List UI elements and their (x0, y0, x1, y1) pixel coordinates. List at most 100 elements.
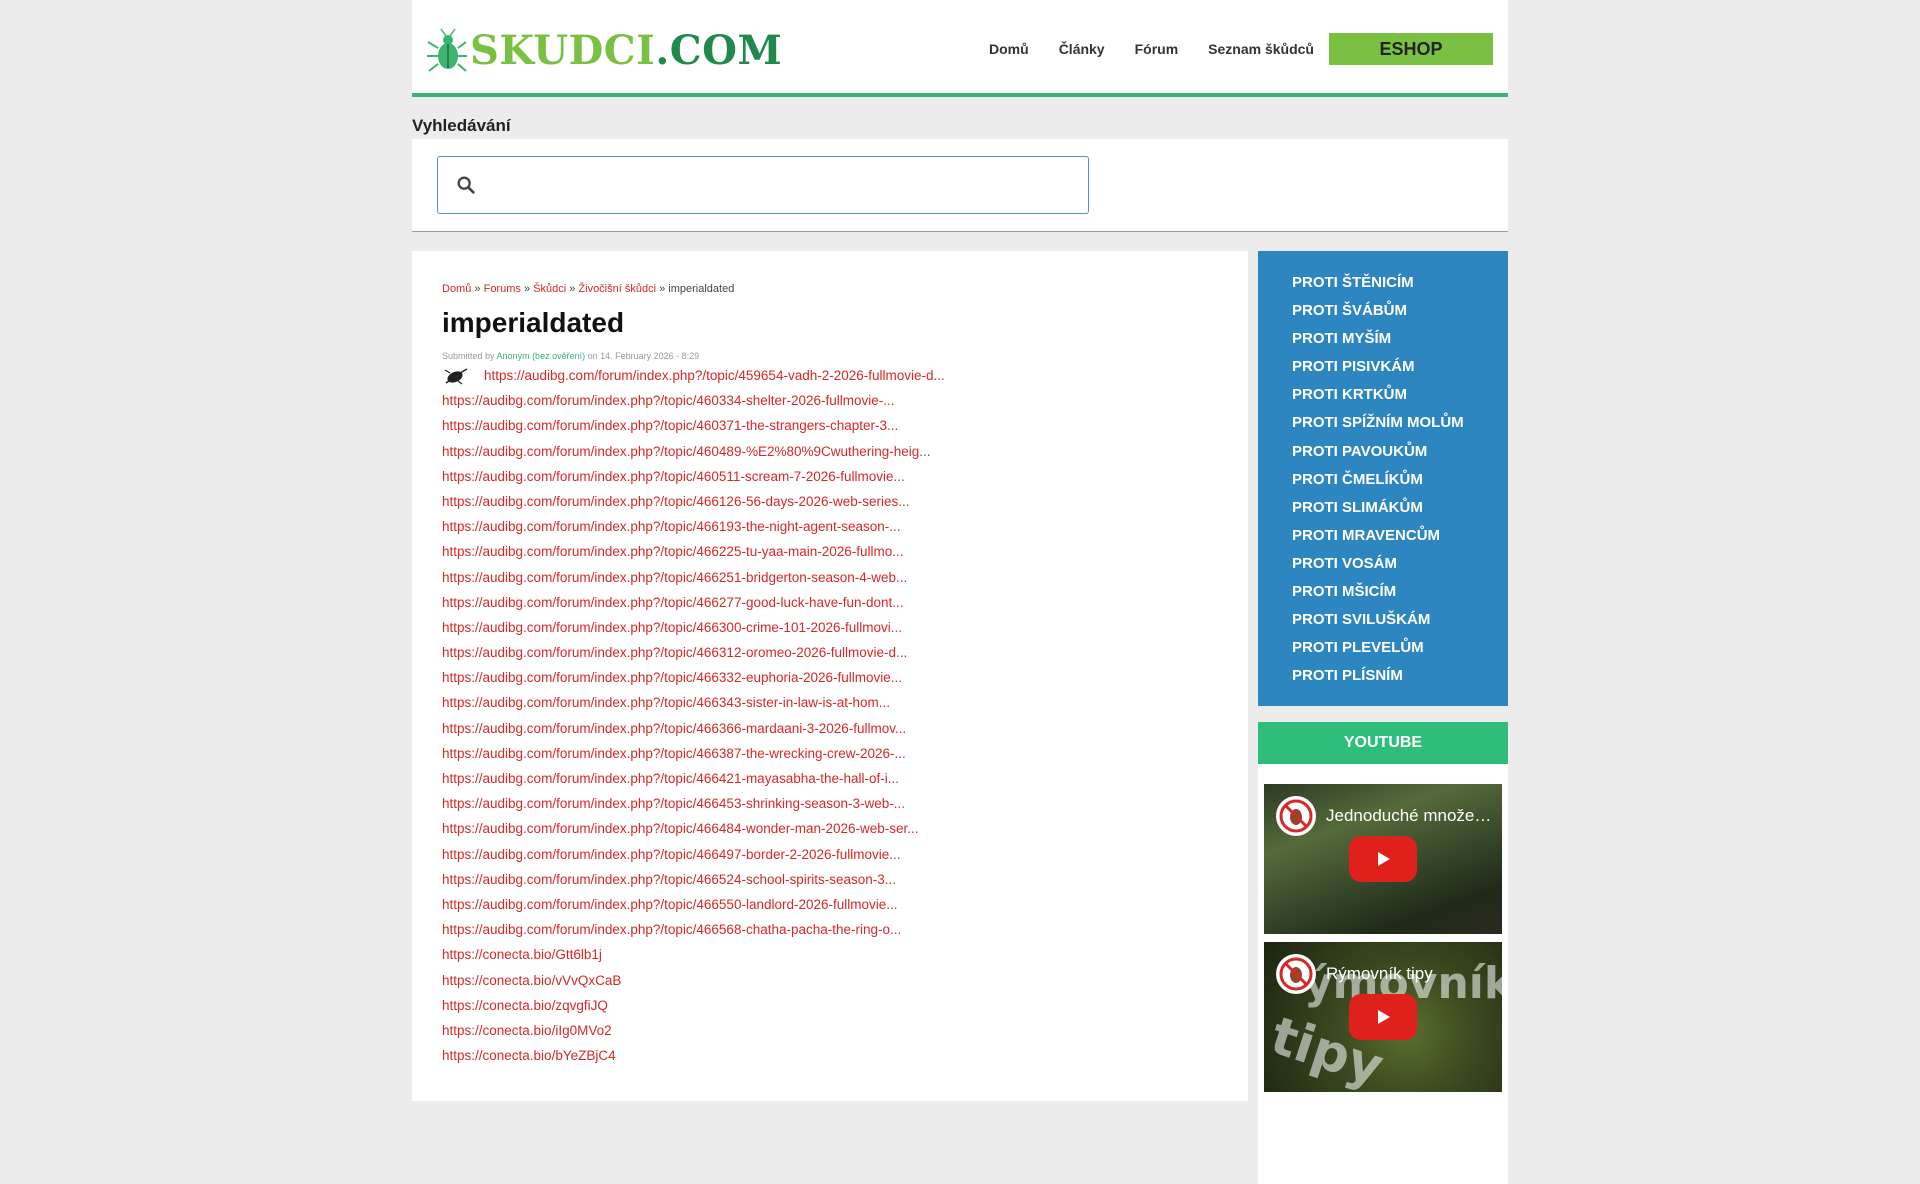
search-heading: Vyhledávání (412, 116, 511, 135)
nav-link-forum[interactable]: Fórum (1135, 41, 1179, 57)
list-item: https://conecta.bio/iIg0MVo2 (442, 1018, 1218, 1043)
conecta-link[interactable]: https://conecta.bio/zqvgfiJQ (442, 993, 608, 1018)
site-logo[interactable]: SKUDCI.COM (424, 28, 782, 74)
play-button[interactable] (1349, 994, 1417, 1041)
forum-link[interactable]: https://audibg.com/forum/index.php?/topi… (442, 716, 906, 741)
play-button[interactable] (1349, 836, 1417, 883)
list-item: https://audibg.com/forum/index.php?/topi… (442, 766, 1218, 791)
author-link[interactable]: Anonym (bez ověření) (497, 351, 586, 361)
menu-item-wasps[interactable]: PROTI VOSÁM (1292, 550, 1508, 578)
breadcrumb-pests[interactable]: Škůdci (533, 283, 566, 295)
forum-link[interactable]: https://audibg.com/forum/index.php?/topi… (442, 665, 902, 690)
no-bug-icon (1279, 957, 1313, 991)
conecta-link[interactable]: https://conecta.bio/iIg0MVo2 (442, 1018, 612, 1043)
menu-item-aphids[interactable]: PROTI MŠICÍM (1292, 578, 1508, 606)
submitted-date: on 14. February 2026 - 8:29 (587, 351, 700, 361)
forum-link[interactable]: https://audibg.com/forum/index.php?/topi… (442, 917, 901, 942)
breadcrumb-current: imperialdated (668, 283, 735, 295)
link-list: https://audibg.com/forum/index.php?/topi… (442, 363, 1218, 1068)
submitted-prefix: Submitted by (442, 351, 495, 361)
breadcrumb: Domů » Forums » Škůdci » Živočišní škůdc… (442, 283, 1218, 295)
forum-link[interactable]: https://audibg.com/forum/index.php?/topi… (442, 690, 890, 715)
forum-link[interactable]: https://audibg.com/forum/index.php?/topi… (484, 363, 945, 388)
conecta-link[interactable]: https://conecta.bio/Gtt6lb1j (442, 942, 602, 967)
menu-item-weeds[interactable]: PROTI PLEVELŮM (1292, 634, 1508, 662)
eshop-button[interactable]: ESHOP (1329, 33, 1493, 65)
youtube-video-embed[interactable]: ýmovník tipy Rýmovník tipy (1264, 942, 1502, 1093)
list-item: https://audibg.com/forum/index.php?/topi… (442, 439, 1218, 464)
forum-link[interactable]: https://audibg.com/forum/index.php?/topi… (442, 539, 904, 564)
nav-link-articles[interactable]: Články (1059, 41, 1105, 57)
breadcrumb-home[interactable]: Domů (442, 283, 471, 295)
channel-avatar[interactable] (1276, 796, 1316, 837)
conecta-link[interactable]: https://conecta.bio/vVvQxCaB (442, 968, 621, 993)
forum-link[interactable]: https://audibg.com/forum/index.php?/topi… (442, 565, 907, 590)
forum-link[interactable]: https://audibg.com/forum/index.php?/topi… (442, 741, 906, 766)
logo-text-domain: .COM (655, 27, 783, 74)
forum-link[interactable]: https://audibg.com/forum/index.php?/topi… (442, 791, 905, 816)
menu-item-mice[interactable]: PROTI MYŠÍM (1292, 325, 1508, 353)
submitted-info: Submitted by Anonym (bez ověření) on 14.… (442, 351, 1218, 361)
list-item: https://audibg.com/forum/index.php?/topi… (442, 665, 1218, 690)
logo-text: SKUDCI.COM (470, 31, 782, 71)
forum-link[interactable]: https://audibg.com/forum/index.php?/topi… (442, 867, 896, 892)
list-item: https://audibg.com/forum/index.php?/topi… (442, 388, 1218, 413)
page: SKUDCI.COM Domů Články Fórum Seznam škůd… (412, 0, 1508, 1184)
forum-link[interactable]: https://audibg.com/forum/index.php?/topi… (442, 766, 899, 791)
list-item: https://audibg.com/forum/index.php?/topi… (442, 741, 1218, 766)
list-item: https://audibg.com/forum/index.php?/topi… (442, 363, 1218, 388)
list-item: https://audibg.com/forum/index.php?/topi… (442, 640, 1218, 665)
youtube-video-embed[interactable]: Jednoduché množení ... (1264, 784, 1502, 935)
list-item: https://conecta.bio/Gtt6lb1j (442, 942, 1218, 967)
menu-item-cockroaches[interactable]: PROTI ŠVÁBŮM (1292, 297, 1508, 325)
nav-link-home[interactable]: Domů (989, 41, 1029, 57)
list-item: https://conecta.bio/zqvgfiJQ (442, 993, 1218, 1018)
pest-menu: PROTI ŠTĚNICÍM PROTI ŠVÁBŮM PROTI MYŠÍM … (1258, 251, 1508, 707)
bug-logo-icon (427, 28, 467, 72)
menu-item-molds[interactable]: PROTI PLÍSNÍM (1292, 662, 1508, 690)
menu-item-moles[interactable]: PROTI KRTKŮM (1292, 381, 1508, 409)
menu-item-ants[interactable]: PROTI MRAVENCŮM (1292, 522, 1508, 550)
list-item: https://audibg.com/forum/index.php?/topi… (442, 565, 1218, 590)
search-field[interactable] (437, 156, 1089, 214)
forum-link[interactable]: https://audibg.com/forum/index.php?/topi… (442, 413, 898, 438)
list-item: https://audibg.com/forum/index.php?/topi… (442, 716, 1218, 741)
breadcrumb-separator: » (474, 283, 481, 295)
forum-link[interactable]: https://audibg.com/forum/index.php?/topi… (442, 464, 905, 489)
menu-item-spider-mites[interactable]: PROTI SVILUŠKÁM (1292, 606, 1508, 634)
conecta-link[interactable]: https://conecta.bio/bYeZBjC4 (442, 1043, 616, 1068)
forum-link[interactable]: https://audibg.com/forum/index.php?/topi… (442, 439, 931, 464)
nav-link-pest-list[interactable]: Seznam škůdců (1208, 41, 1314, 57)
forum-link[interactable]: https://audibg.com/forum/index.php?/topi… (442, 489, 910, 514)
list-item: https://audibg.com/forum/index.php?/topi… (442, 690, 1218, 715)
forum-link[interactable]: https://audibg.com/forum/index.php?/topi… (442, 514, 901, 539)
search-input[interactable] (487, 157, 1088, 213)
menu-item-slugs[interactable]: PROTI SLIMÁKŮM (1292, 494, 1508, 522)
list-item: https://audibg.com/forum/index.php?/topi… (442, 892, 1218, 917)
forum-link[interactable]: https://audibg.com/forum/index.php?/topi… (442, 590, 904, 615)
breadcrumb-forums[interactable]: Forums (484, 283, 521, 295)
menu-item-mites[interactable]: PROTI ČMELÍKŮM (1292, 466, 1508, 494)
youtube-videos: Jednoduché množení ... ýmovník tipy Rýmo… (1258, 764, 1508, 1184)
menu-item-spiders[interactable]: PROTI PAVOUKŮM (1292, 438, 1508, 466)
youtube-heading: YOUTUBE (1258, 722, 1508, 765)
play-icon (1378, 1010, 1390, 1025)
forum-link[interactable]: https://audibg.com/forum/index.php?/topi… (442, 388, 895, 413)
forum-link[interactable]: https://audibg.com/forum/index.php?/topi… (442, 615, 902, 640)
forum-link[interactable]: https://audibg.com/forum/index.php?/topi… (442, 816, 919, 841)
menu-item-bedbugs[interactable]: PROTI ŠTĚNICÍM (1292, 269, 1508, 297)
menu-item-pantry-moths[interactable]: PROTI SPÍŽNÍM MOLŮM (1292, 409, 1508, 437)
breadcrumb-animal-pests[interactable]: Živočišní škůdci (578, 283, 656, 295)
forum-link[interactable]: https://audibg.com/forum/index.php?/topi… (442, 640, 907, 665)
list-item: https://audibg.com/forum/index.php?/topi… (442, 413, 1218, 438)
list-item: https://conecta.bio/vVvQxCaB (442, 968, 1218, 993)
channel-avatar[interactable] (1276, 954, 1316, 995)
list-item: https://audibg.com/forum/index.php?/topi… (442, 590, 1218, 615)
video-title[interactable]: Rýmovník tipy (1326, 964, 1498, 984)
video-title[interactable]: Jednoduché množení ... (1326, 806, 1498, 826)
breadcrumb-separator: » (523, 283, 531, 295)
forum-link[interactable]: https://audibg.com/forum/index.php?/topi… (442, 892, 898, 917)
forum-link[interactable]: https://audibg.com/forum/index.php?/topi… (442, 842, 901, 867)
breadcrumb-separator: » (569, 283, 576, 295)
menu-item-booklice[interactable]: PROTI PISIVKÁM (1292, 353, 1508, 381)
